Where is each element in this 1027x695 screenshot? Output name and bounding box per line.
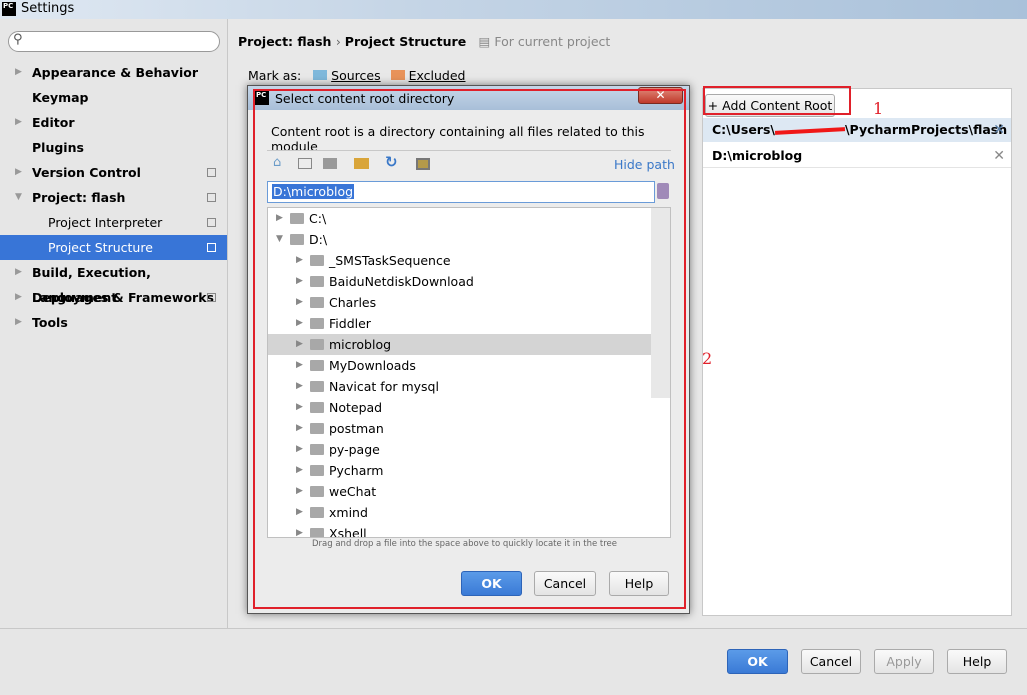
mark-as-bar: Mark as: Sources Excluded xyxy=(248,68,465,83)
root-path-suffix: \PycharmProjects\flash xyxy=(844,122,1008,137)
project-config-icon xyxy=(207,293,216,302)
sidebar-item-label: Keymap xyxy=(32,90,89,105)
sidebar-item-build-execution-deployment[interactable]: ▶ Build, Execution, Deployment xyxy=(0,260,227,305)
search-icon: ⚲ xyxy=(13,32,23,47)
mark-sources-button[interactable]: Sources xyxy=(331,68,380,83)
project-config-icon xyxy=(207,243,216,252)
sidebar-item-project-structure[interactable]: Project Structure xyxy=(0,235,227,260)
sidebar-item-plugins[interactable]: Plugins xyxy=(0,135,227,160)
annotation-box-2 xyxy=(253,89,686,609)
annotation-1: 1 xyxy=(873,99,884,118)
collapsed-arrow-icon[interactable]: ▶ xyxy=(15,60,22,85)
collapsed-arrow-icon[interactable]: ▶ xyxy=(15,260,22,285)
sidebar-item-label: Project: flash xyxy=(32,190,126,205)
content-root-row[interactable]: C:\Users\ \PycharmProjects\flash ✕ xyxy=(703,118,1011,142)
ok-button[interactable]: OK xyxy=(727,649,788,674)
settings-footer: OK Cancel Apply Help xyxy=(0,628,1027,695)
remove-root-icon[interactable]: ✕ xyxy=(993,118,1005,142)
content-roots-panel: + Add Content Root C:\Users\ \PycharmProj… xyxy=(702,88,1012,616)
collapsed-arrow-icon[interactable]: ▶ xyxy=(15,310,22,335)
sidebar-item-label: Editor xyxy=(32,115,75,130)
remove-root-icon[interactable]: ✕ xyxy=(993,144,1005,168)
excluded-folder-icon xyxy=(390,70,405,80)
pycharm-logo-icon: PC xyxy=(2,2,16,16)
annotation-box-1 xyxy=(703,86,851,115)
breadcrumb-page: Project Structure xyxy=(344,34,467,49)
breadcrumb-project: Project: flash xyxy=(238,34,332,49)
sidebar-item-label: Plugins xyxy=(32,140,84,155)
project-config-icon xyxy=(207,168,216,177)
sidebar-item-keymap[interactable]: Keymap xyxy=(0,85,227,110)
breadcrumb: Project: flash › Project Structure ▤ For… xyxy=(238,34,611,49)
redaction-scribble xyxy=(774,126,846,135)
help-button[interactable]: Help xyxy=(947,649,1007,674)
sidebar-item-label: Tools xyxy=(32,315,68,330)
project-config-icon xyxy=(207,218,216,227)
root-path-prefix: C:\Users\ xyxy=(712,122,775,137)
settings-search-input[interactable]: ⚲ xyxy=(8,31,220,52)
scope-label: ▤ For current project xyxy=(478,34,611,49)
annotation-2: 2 xyxy=(702,349,713,368)
sidebar-item-tools[interactable]: ▶ Tools xyxy=(0,310,227,335)
project-config-icon xyxy=(207,193,216,202)
sidebar-item-project-flash[interactable]: ▼ Project: flash xyxy=(0,185,227,210)
sidebar-item-editor[interactable]: ▶ Editor xyxy=(0,110,227,135)
expanded-arrow-icon[interactable]: ▼ xyxy=(15,185,22,210)
sources-folder-icon xyxy=(313,70,328,80)
collapsed-arrow-icon[interactable]: ▶ xyxy=(15,285,22,310)
collapsed-arrow-icon[interactable]: ▶ xyxy=(15,110,22,135)
sidebar-item-appearance-behavior[interactable]: ▶ Appearance & Behavior xyxy=(0,60,227,85)
sidebar-item-project-interpreter[interactable]: Project Interpreter xyxy=(0,210,227,235)
sidebar-item-languages-frameworks[interactable]: ▶ Languages & Frameworks xyxy=(0,285,227,310)
sidebar-item-label: Project Structure xyxy=(48,240,153,255)
apply-button[interactable]: Apply xyxy=(874,649,934,674)
root-path: D:\microblog xyxy=(712,148,803,163)
sidebar-item-version-control[interactable]: ▶ Version Control xyxy=(0,160,227,185)
window-title: Settings xyxy=(21,1,75,16)
sidebar-item-label: Appearance & Behavior xyxy=(32,65,198,80)
collapsed-arrow-icon[interactable]: ▶ xyxy=(15,160,22,185)
sidebar-item-label: Version Control xyxy=(32,165,141,180)
cancel-button[interactable]: Cancel xyxy=(801,649,861,674)
sidebar-item-label: Languages & Frameworks xyxy=(32,290,214,305)
content-root-row[interactable]: D:\microblog ✕ xyxy=(703,144,1011,168)
settings-sidebar: ⚲ ▶ Appearance & Behavior Keymap ▶ Editor Plu… xyxy=(0,19,228,628)
mark-excluded-button[interactable]: Excluded xyxy=(409,68,466,83)
window-titlebar: PC Settings xyxy=(0,0,1027,19)
mark-as-label: Mark as: xyxy=(248,68,302,83)
sidebar-item-label: Project Interpreter xyxy=(48,215,163,230)
